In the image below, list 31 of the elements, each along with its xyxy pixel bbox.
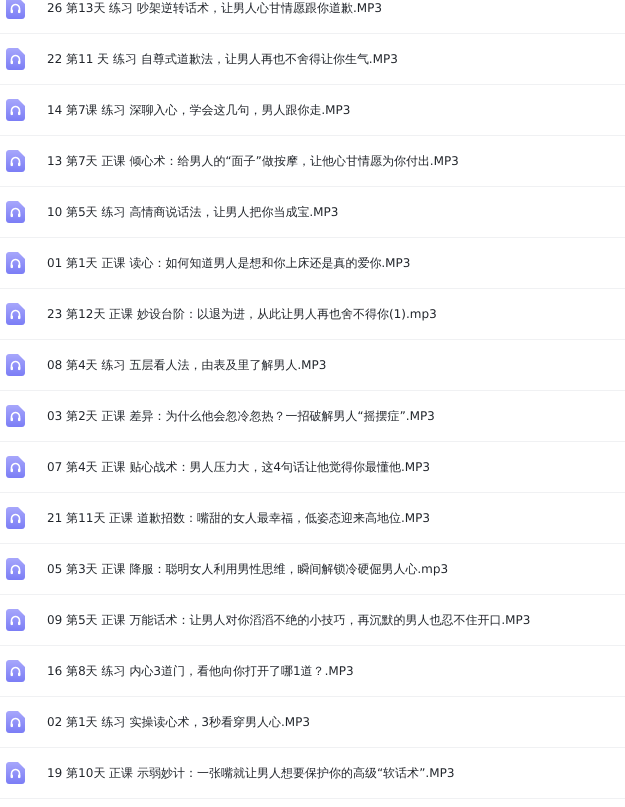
audio-file-icon (6, 558, 25, 580)
audio-file-icon (6, 201, 25, 223)
file-name[interactable]: 09 第5天 正课 万能话术：让男人对你滔滔不绝的小技巧，再沉默的男人也忍不住开口.MP3 (47, 612, 530, 628)
file-name[interactable]: 07 第4天 正课 贴心战术：男人压力大，这4句话让他觉得你最懂他.MP3 (47, 458, 430, 476)
file-name[interactable]: 03 第2天 正课 差异：为什么他会忽冷忽热？一招破解男人“摇摆症”.MP3 (47, 408, 435, 424)
audio-file-icon (6, 48, 25, 70)
audio-file-icon (6, 711, 25, 733)
file-name[interactable]: 14 第7课 练习 深聊入心，学会这几句，男人跟你走.MP3 (47, 102, 350, 118)
audio-file-icon (6, 456, 25, 478)
file-name[interactable]: 21 第11天 正课 道歉招数：嘴甜的女人最幸福，低姿态迎来高地位.MP3 (47, 510, 430, 526)
audio-file-icon (6, 150, 25, 172)
file-name[interactable]: 19 第10天 正课 示弱妙计：一张嘴就让男人想要保护你的高级“软话术”.MP3 (47, 764, 454, 782)
audio-file-icon (6, 303, 25, 325)
file-name[interactable]: 26 第13天 练习 吵架逆转话术，让男人心甘情愿跟你道歉.MP3 (47, 0, 382, 16)
file-name[interactable]: 23 第12天 正课 妙设台阶：以退为进，从此让男人再也舍不得你(1).mp3 (47, 306, 437, 322)
audio-file-icon (6, 252, 25, 274)
audio-file-icon (6, 99, 25, 121)
audio-file-icon (6, 660, 25, 682)
audio-file-icon (6, 405, 25, 427)
file-name[interactable]: 02 第1天 练习 实操读心术，3秒看穿男人心.MP3 (47, 714, 310, 730)
audio-file-icon (6, 354, 25, 376)
file-name[interactable]: 01 第1天 正课 读心：如何知道男人是想和你上床还是真的爱你.MP3 (47, 254, 410, 272)
file-name[interactable]: 22 第11 天 练习 自尊式道歉法，让男人再也不舍得让你生气.MP3 (47, 50, 398, 68)
file-name[interactable]: 16 第8天 练习 内心3道门，看他向你打开了哪1道？.MP3 (47, 662, 354, 680)
file-name[interactable]: 10 第5天 练习 高情商说话法，让男人把你当成宝.MP3 (47, 204, 338, 220)
audio-file-icon (6, 609, 25, 631)
audio-file-icon (6, 507, 25, 529)
audio-file-icon (6, 762, 25, 784)
file-name[interactable]: 05 第3天 正课 降服：聪明女人利用男性思维，瞬间解锁冷硬倔男人心.mp3 (47, 560, 448, 578)
file-name[interactable]: 08 第4天 练习 五层看人法，由表及里了解男人.MP3 (47, 356, 326, 374)
file-name[interactable]: 13 第7天 正课 倾心术：给男人的“面子”做按摩，让他心甘情愿为你付出.MP3 (47, 152, 459, 170)
